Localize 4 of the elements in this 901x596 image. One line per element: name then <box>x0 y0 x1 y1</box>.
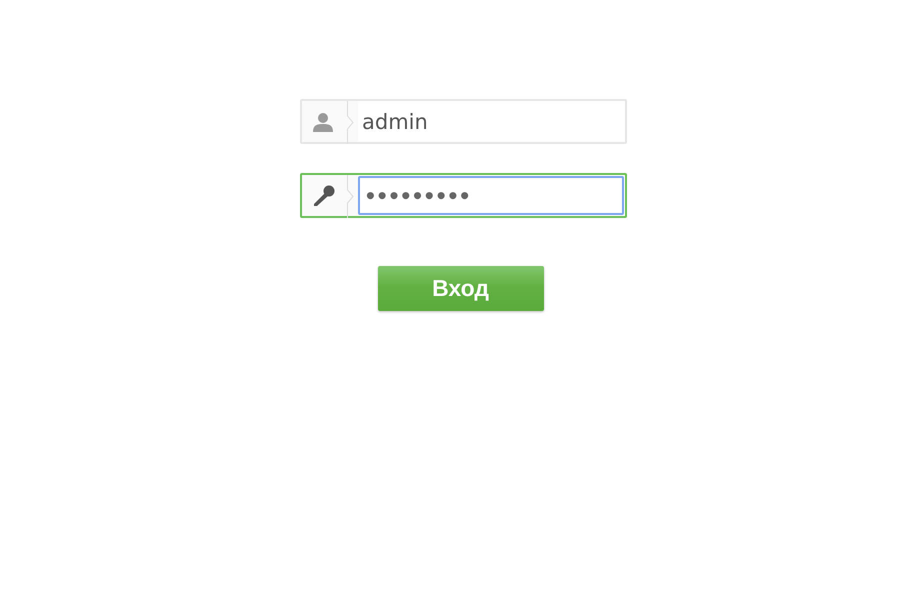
username-field[interactable]: admin <box>300 99 627 144</box>
user-icon <box>312 110 334 132</box>
password-field[interactable]: ••••••••• <box>300 173 627 218</box>
key-icon <box>312 184 336 206</box>
